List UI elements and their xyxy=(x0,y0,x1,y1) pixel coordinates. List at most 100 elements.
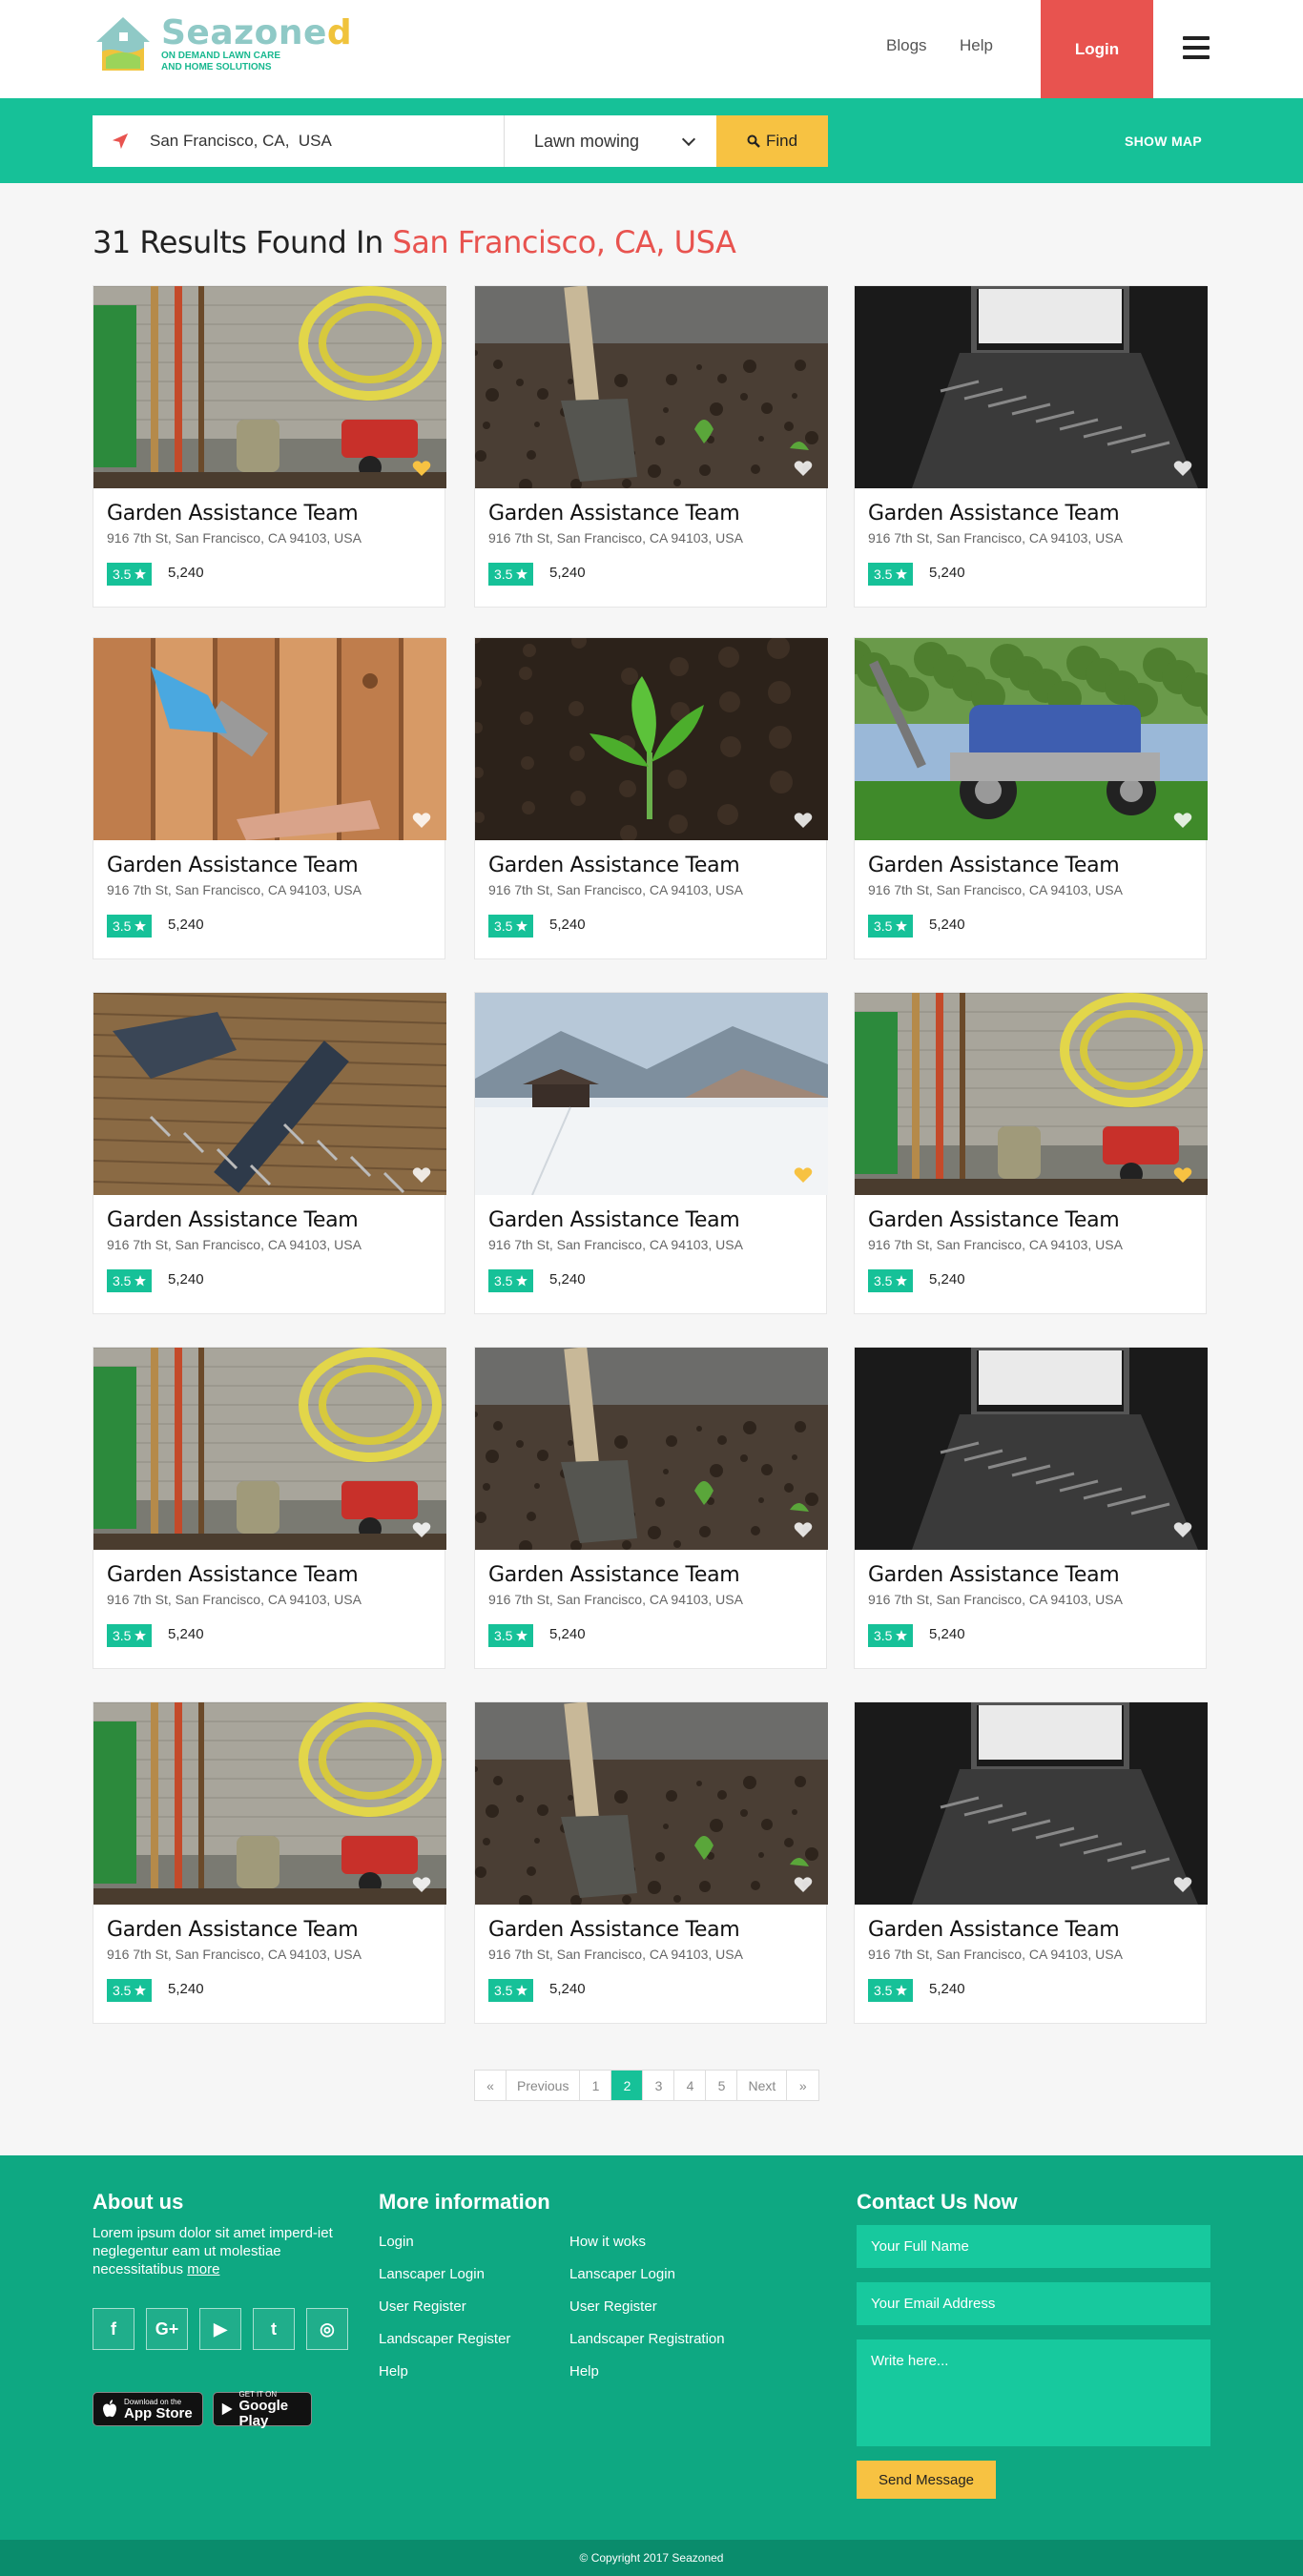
service-select[interactable]: Lawn mowing xyxy=(505,115,716,167)
footer-link-login[interactable]: Login xyxy=(379,2234,414,2250)
card-image-dark-window-tools[interactable] xyxy=(855,286,1208,488)
footer-link-how-it-works[interactable]: How it woks xyxy=(569,2234,646,2250)
favorite-heart-icon[interactable] xyxy=(1173,1166,1192,1184)
result-card[interactable]: Garden Assistance Team 916 7th St, San Fr… xyxy=(854,992,1208,1314)
card-title[interactable]: Garden Assistance Team xyxy=(107,1918,359,1942)
google-play-badge[interactable]: GET IT ON Google Play xyxy=(213,2390,312,2428)
card-image-lawn-mower[interactable] xyxy=(855,638,1208,840)
card-title[interactable]: Garden Assistance Team xyxy=(107,854,359,877)
result-card[interactable]: Garden Assistance Team 916 7th St, San Fr… xyxy=(93,992,446,1314)
full-name-field[interactable]: Your Full Name xyxy=(857,2225,1210,2268)
footer-link-help[interactable]: Help xyxy=(379,2363,408,2380)
card-image-sprout-soil[interactable] xyxy=(475,638,828,840)
result-card[interactable]: Garden Assistance Team 916 7th St, San Fr… xyxy=(854,637,1208,959)
facebook-icon[interactable]: f xyxy=(93,2308,134,2350)
send-message-button[interactable]: Send Message xyxy=(857,2461,996,2499)
page-3-button[interactable]: 3 xyxy=(643,2071,675,2100)
favorite-heart-icon[interactable] xyxy=(412,1166,431,1184)
card-title[interactable]: Garden Assistance Team xyxy=(868,1563,1120,1587)
card-title[interactable]: Garden Assistance Team xyxy=(107,1208,359,1232)
card-image-garden-tools[interactable] xyxy=(93,1702,446,1905)
card-title[interactable]: Garden Assistance Team xyxy=(488,502,740,526)
favorite-heart-icon[interactable] xyxy=(1173,460,1192,477)
card-image-hammer-nails[interactable] xyxy=(93,993,446,1195)
result-card[interactable]: Garden Assistance Team 916 7th St, San Fr… xyxy=(93,285,446,608)
footer-link-help-2[interactable]: Help xyxy=(569,2363,599,2380)
favorite-heart-icon[interactable] xyxy=(1173,812,1192,829)
favorite-heart-icon[interactable] xyxy=(794,1876,813,1893)
favorite-heart-icon[interactable] xyxy=(794,1166,813,1184)
page-1-button[interactable]: 1 xyxy=(580,2071,612,2100)
hamburger-icon[interactable] xyxy=(1183,36,1210,59)
card-image-garden-tools[interactable] xyxy=(855,993,1208,1195)
first-page-button[interactable]: « xyxy=(475,2071,507,2100)
favorite-heart-icon[interactable] xyxy=(794,1521,813,1538)
favorite-heart-icon[interactable] xyxy=(412,1521,431,1538)
find-button[interactable]: Find xyxy=(716,115,828,167)
card-image-snow-cabin[interactable] xyxy=(475,993,828,1195)
card-title[interactable]: Garden Assistance Team xyxy=(868,502,1120,526)
app-store-badge[interactable]: Download on the App Store xyxy=(93,2392,203,2426)
message-field[interactable]: Write here... xyxy=(857,2339,1210,2446)
footer-link-lanscaper-login[interactable]: Lanscaper Login xyxy=(379,2266,485,2282)
result-card[interactable]: Garden Assistance Team 916 7th St, San Fr… xyxy=(474,1701,828,2024)
card-image-garden-tools[interactable] xyxy=(93,1348,446,1550)
card-title[interactable]: Garden Assistance Team xyxy=(107,502,359,526)
card-image-shovel-soil[interactable] xyxy=(475,1702,828,1905)
email-field[interactable]: Your Email Address xyxy=(857,2282,1210,2325)
result-card[interactable]: Garden Assistance Team 916 7th St, San Fr… xyxy=(474,992,828,1314)
footer-link-landscaper-register[interactable]: Landscaper Register xyxy=(379,2331,510,2347)
result-card[interactable]: Garden Assistance Team 916 7th St, San Fr… xyxy=(854,1347,1208,1669)
card-image-garden-tools[interactable] xyxy=(93,286,446,488)
google-plus-icon[interactable]: G+ xyxy=(146,2308,188,2350)
card-image-shovel-soil[interactable] xyxy=(475,1348,828,1550)
card-title[interactable]: Garden Assistance Team xyxy=(488,854,740,877)
card-image-dark-window-tools[interactable] xyxy=(855,1348,1208,1550)
favorite-heart-icon[interactable] xyxy=(794,460,813,477)
about-more-link[interactable]: more xyxy=(187,2261,219,2277)
logo[interactable]: Seazoned ON DEMAND LAWN CARE AND HOME SO… xyxy=(93,11,352,78)
result-card[interactable]: Garden Assistance Team 916 7th St, San Fr… xyxy=(854,285,1208,608)
nav-blogs[interactable]: Blogs xyxy=(886,36,927,55)
page-4-button[interactable]: 4 xyxy=(674,2071,707,2100)
favorite-heart-icon[interactable] xyxy=(1173,1521,1192,1538)
previous-page-button[interactable]: Previous xyxy=(507,2071,581,2100)
favorite-heart-icon[interactable] xyxy=(412,460,431,477)
favorite-heart-icon[interactable] xyxy=(412,812,431,829)
instagram-icon[interactable]: ◎ xyxy=(306,2308,348,2350)
result-card[interactable]: Garden Assistance Team 916 7th St, San Fr… xyxy=(93,1347,446,1669)
card-title[interactable]: Garden Assistance Team xyxy=(868,1918,1120,1942)
card-title[interactable]: Garden Assistance Team xyxy=(107,1563,359,1587)
card-title[interactable]: Garden Assistance Team xyxy=(868,854,1120,877)
twitter-icon[interactable]: t xyxy=(253,2308,295,2350)
last-page-button[interactable]: » xyxy=(787,2071,818,2100)
location-input[interactable] xyxy=(150,132,493,151)
result-card[interactable]: Garden Assistance Team 916 7th St, San Fr… xyxy=(93,1701,446,2024)
favorite-heart-icon[interactable] xyxy=(794,812,813,829)
result-card[interactable]: Garden Assistance Team 916 7th St, San Fr… xyxy=(474,637,828,959)
footer-link-user-register-2[interactable]: User Register xyxy=(569,2298,657,2315)
favorite-heart-icon[interactable] xyxy=(1173,1876,1192,1893)
page-5-button[interactable]: 5 xyxy=(706,2071,738,2100)
youtube-icon[interactable]: ▶ xyxy=(199,2308,241,2350)
nav-help[interactable]: Help xyxy=(960,36,993,55)
result-card[interactable]: Garden Assistance Team 916 7th St, San Fr… xyxy=(474,1347,828,1669)
card-image-shovel-soil[interactable] xyxy=(475,286,828,488)
footer-link-lanscaper-login-2[interactable]: Lanscaper Login xyxy=(569,2266,675,2282)
card-title[interactable]: Garden Assistance Team xyxy=(488,1208,740,1232)
show-map-link[interactable]: SHOW MAP xyxy=(1125,134,1202,149)
result-card[interactable]: Garden Assistance Team 916 7th St, San Fr… xyxy=(854,1701,1208,2024)
card-image-dark-window-tools[interactable] xyxy=(855,1702,1208,1905)
result-card[interactable]: Garden Assistance Team 916 7th St, San Fr… xyxy=(93,637,446,959)
favorite-heart-icon[interactable] xyxy=(412,1876,431,1893)
login-button[interactable]: Login xyxy=(1041,0,1153,98)
card-title[interactable]: Garden Assistance Team xyxy=(488,1563,740,1587)
footer-link-user-register[interactable]: User Register xyxy=(379,2298,466,2315)
card-title[interactable]: Garden Assistance Team xyxy=(868,1208,1120,1232)
location-field[interactable] xyxy=(93,115,505,167)
page-2-button[interactable]: 2 xyxy=(611,2071,644,2100)
card-title[interactable]: Garden Assistance Team xyxy=(488,1918,740,1942)
result-card[interactable]: Garden Assistance Team 916 7th St, San Fr… xyxy=(474,285,828,608)
next-page-button[interactable]: Next xyxy=(737,2071,788,2100)
card-image-paint-brush-wood[interactable] xyxy=(93,638,446,840)
